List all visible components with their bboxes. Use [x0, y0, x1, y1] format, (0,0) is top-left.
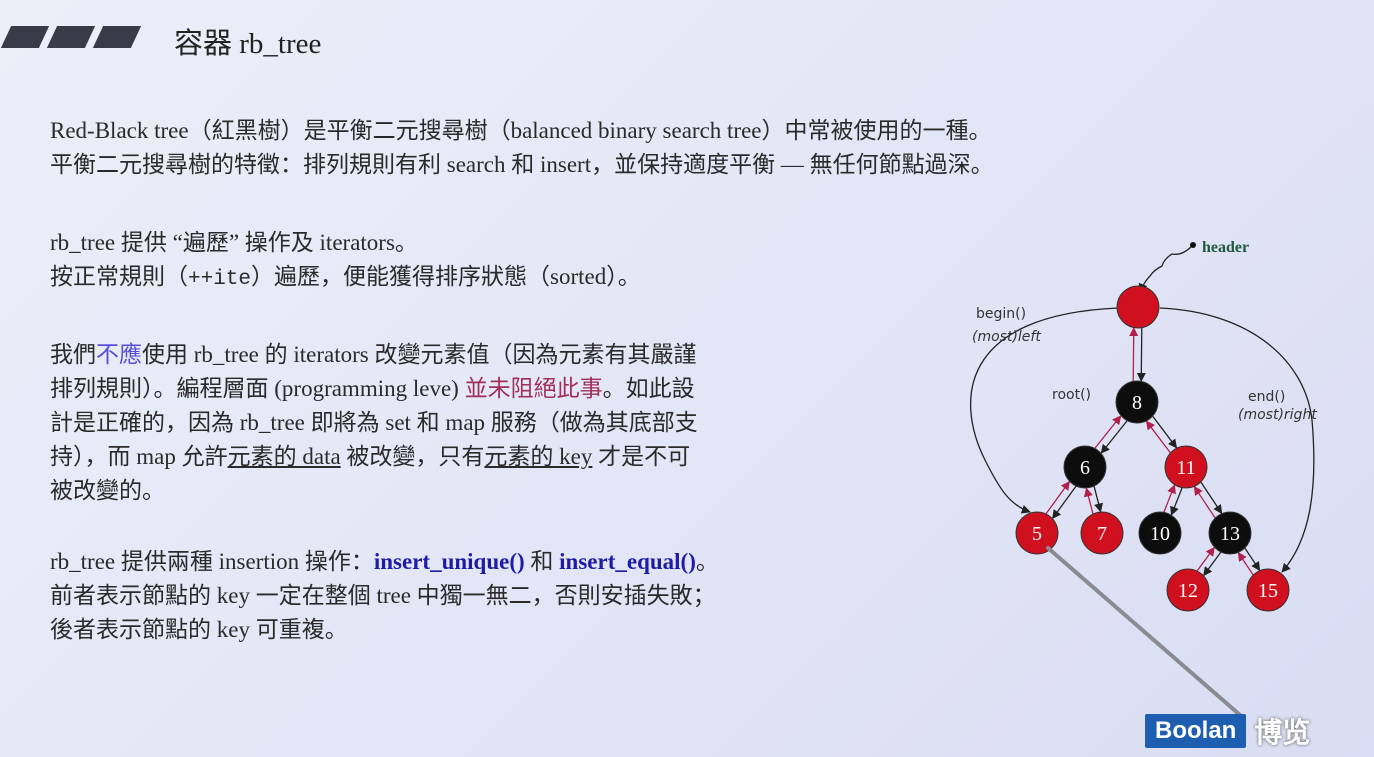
child-link-arrow	[1170, 487, 1183, 516]
begin-sub-label: (most)left	[972, 329, 1041, 345]
parent-link-arrow	[1094, 415, 1122, 449]
child-link-arrow	[1200, 481, 1223, 515]
header-node	[1116, 285, 1160, 329]
node-key-label: 15	[1258, 580, 1278, 602]
parent-link-arrow	[1193, 485, 1216, 519]
header-label: header	[1202, 239, 1249, 256]
parent-link-arrow	[1084, 487, 1094, 514]
child-link-arrow	[1100, 420, 1128, 454]
logo-brand-cn: 博览	[1254, 718, 1311, 749]
child-link-arrow	[1052, 485, 1077, 520]
node-key-label: 10	[1150, 523, 1170, 545]
rb-tree-diagram: header begin() (most)left root() end() (…	[969, 239, 1317, 717]
child-link-arrow	[1203, 551, 1222, 577]
parent-link-arrow	[1129, 327, 1139, 381]
parent-link-arrow	[1145, 420, 1171, 454]
end-sub-label: (most)right	[1238, 407, 1317, 423]
child-link-arrow	[1152, 415, 1178, 449]
node-key-label: 11	[1176, 457, 1195, 479]
pointer-stick	[1046, 546, 1242, 717]
logo-brand: Boolan	[1145, 714, 1247, 748]
root-label: root()	[1052, 387, 1091, 403]
parent-link-arrow	[1196, 546, 1215, 572]
node-key-label: 7	[1097, 523, 1107, 545]
parent-link-arrow	[1045, 480, 1070, 515]
node-key-label: 13	[1220, 523, 1240, 545]
header-dot	[1190, 242, 1196, 248]
boolan-logo: Boolan 博览	[1145, 712, 1310, 750]
end-label: end()	[1248, 389, 1285, 405]
child-link-arrow	[1093, 486, 1103, 513]
node-key-label: 6	[1080, 457, 1090, 479]
node-key-label: 12	[1178, 580, 1198, 602]
node-key-label: 8	[1132, 392, 1142, 414]
header-squiggle-arrow	[1138, 245, 1193, 293]
begin-label: begin()	[976, 306, 1026, 322]
parent-link-arrow	[1163, 484, 1176, 513]
node-key-label: 5	[1032, 523, 1042, 545]
child-link-arrow	[1136, 328, 1146, 382]
